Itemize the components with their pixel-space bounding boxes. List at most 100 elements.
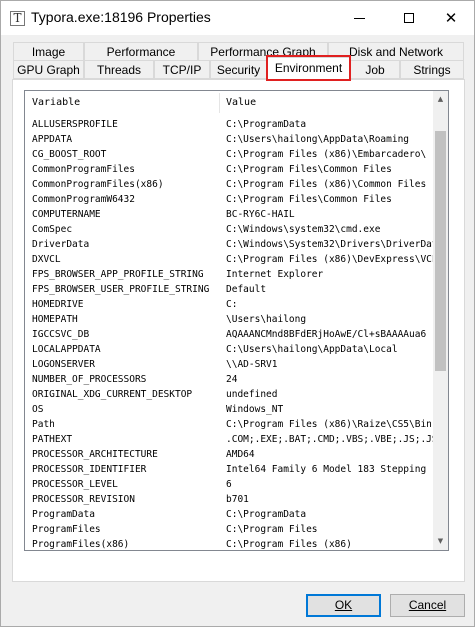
table-row[interactable]: IGCCSVC_DB AQAAANCMnd8BFdERjHoAwE/Cl+sBAA… [25, 327, 433, 342]
variable-cell: PROCESSOR_REVISION [32, 494, 135, 505]
table-row[interactable]: LOGONSERVER \\AD-SRV1 [25, 357, 433, 372]
variable-cell: ProgramData [32, 509, 95, 520]
variable-cell: ProgramFiles [32, 524, 101, 535]
value-cell: AMD64 [226, 449, 255, 460]
column-header-variable[interactable]: Variable [32, 91, 80, 115]
table-row[interactable]: HOMEPATH \Users\hailong [25, 312, 433, 327]
value-cell: Windows_NT [226, 404, 284, 415]
scroll-thumb[interactable] [435, 131, 446, 371]
ok-button[interactable]: OK [306, 594, 381, 617]
table-row[interactable]: CommonProgramFiles(x86) C:\Program Files … [25, 177, 433, 192]
list-rows: ALLUSERSPROFILE C:\ProgramData APPDATA C:\U… [25, 117, 433, 550]
typora-app-icon: T [10, 11, 25, 26]
cancel-button[interactable]: Cancel [390, 594, 465, 617]
variable-cell: LOGONSERVER [32, 359, 95, 370]
value-cell: \\AD-SRV1 [226, 359, 278, 370]
value-cell: Intel64 Family 6 Model 183 Stepping [226, 464, 427, 475]
variable-cell: OS [32, 404, 44, 415]
maximize-icon [404, 13, 414, 23]
column-header-value[interactable]: Value [226, 91, 256, 115]
value-cell: C:\Program Files (x86)\Common Files [226, 179, 427, 190]
maximize-button[interactable] [386, 1, 432, 35]
variable-cell: Path [32, 419, 55, 430]
table-row[interactable]: ComSpec C:\Windows\system32\cmd.exe [25, 222, 433, 237]
variable-cell: CommonProgramFiles(x86) [32, 179, 164, 190]
environment-list[interactable]: Variable Value ALLUSERSPROFILE C:\Program… [24, 90, 449, 551]
list-header: Variable Value [25, 91, 433, 115]
variable-cell: APPDATA [32, 134, 73, 145]
table-row[interactable]: NUMBER_OF_PROCESSORS 24 [25, 372, 433, 387]
variable-cell: CG_BOOST_ROOT [32, 149, 107, 160]
scroll-up-icon[interactable]: ▲ [433, 91, 448, 108]
variable-cell: ProgramFiles(x86) [32, 539, 130, 550]
value-cell: C:\Windows\system32\cmd.exe [226, 224, 381, 235]
table-row[interactable]: CommonProgramW6432 C:\Program Files\Commo… [25, 192, 433, 207]
scroll-down-icon[interactable]: ▼ [433, 533, 448, 550]
vertical-scrollbar[interactable]: ▲ ▼ [433, 91, 448, 550]
table-row[interactable]: DXVCL C:\Program Files (x86)\DevExpress\V… [25, 252, 433, 267]
variable-cell: PROCESSOR_ARCHITECTURE [32, 449, 158, 460]
value-cell: C:\Program Files\Common Files [226, 164, 392, 175]
value-cell: BC-RY6C-HAIL [226, 209, 295, 220]
variable-cell: FPS_BROWSER_APP_PROFILE_STRING [32, 269, 204, 280]
tab-performance[interactable]: Performance [84, 42, 198, 61]
variable-cell: LOCALAPPDATA [32, 344, 101, 355]
variable-cell: ALLUSERSPROFILE [32, 119, 118, 130]
value-cell: C:\Program Files (x86)\DevExpress\VCL [226, 254, 433, 265]
value-cell: Default [226, 284, 267, 295]
table-row[interactable]: ProgramData C:\ProgramData [25, 507, 433, 522]
value-cell: .COM;.EXE;.BAT;.CMD;.VBS;.VBE;.JS;.JSE [226, 434, 433, 445]
table-row[interactable]: ProgramFiles(x86) C:\Program Files (x86) [25, 537, 433, 550]
variable-cell: ORIGINAL_XDG_CURRENT_DESKTOP [32, 389, 193, 400]
cancel-button-label: Cancel [408, 598, 447, 612]
tab-image[interactable]: Image [13, 42, 84, 61]
table-row[interactable]: DriverData C:\Windows\System32\Drivers\Dr… [25, 237, 433, 252]
table-row[interactable]: ALLUSERSPROFILE C:\ProgramData [25, 117, 433, 132]
table-row[interactable]: PROCESSOR_LEVEL 6 [25, 477, 433, 492]
table-row[interactable]: OS Windows_NT [25, 402, 433, 417]
table-row[interactable]: PROCESSOR_ARCHITECTURE AMD64 [25, 447, 433, 462]
value-cell: C:\Program Files (x86)\Raize\CS5\Bin; [226, 419, 433, 430]
table-row[interactable]: PROCESSOR_REVISION b701 [25, 492, 433, 507]
table-row[interactable]: ProgramFiles C:\Program Files [25, 522, 433, 537]
value-cell: Internet Explorer [226, 269, 324, 280]
value-cell: C:\Program Files (x86) [226, 539, 352, 550]
minimize-button[interactable] [336, 1, 382, 35]
table-row[interactable]: LOCALAPPDATA C:\Users\hailong\AppData\Loc… [25, 342, 433, 357]
variable-cell: IGCCSVC_DB [32, 329, 90, 340]
ok-button-label: OK [334, 598, 353, 612]
value-cell: C:\Program Files\Common Files [226, 194, 392, 205]
table-row[interactable]: Path C:\Program Files (x86)\Raize\CS5\Bin… [25, 417, 433, 432]
table-row[interactable]: HOMEDRIVE C: [25, 297, 433, 312]
tab-strings[interactable]: Strings [400, 60, 464, 79]
variable-cell: HOMEPATH [32, 314, 78, 325]
variable-cell: DXVCL [32, 254, 61, 265]
tab-environment[interactable]: Environment [267, 57, 350, 81]
tab-gpu-graph[interactable]: GPU Graph [13, 60, 84, 79]
variable-cell: FPS_BROWSER_USER_PROFILE_STRING [32, 284, 210, 295]
tab-security[interactable]: Security [210, 60, 267, 79]
tab-job[interactable]: Job [350, 60, 400, 79]
table-row[interactable]: COMPUTERNAME BC-RY6C-HAIL [25, 207, 433, 222]
table-row[interactable]: FPS_BROWSER_APP_PROFILE_STRING Internet E… [25, 267, 433, 282]
table-row[interactable]: PROCESSOR_IDENTIFIER Intel64 Family 6 Mod… [25, 462, 433, 477]
table-row[interactable]: APPDATA C:\Users\hailong\AppData\Roaming [25, 132, 433, 147]
close-button[interactable]: ✕ [428, 1, 474, 35]
value-cell: C:\ProgramData [226, 119, 307, 130]
tab-tcp-ip[interactable]: TCP/IP [154, 60, 210, 79]
table-row[interactable]: CG_BOOST_ROOT C:\Program Files (x86)\Emba… [25, 147, 433, 162]
table-row[interactable]: FPS_BROWSER_USER_PROFILE_STRING Default [25, 282, 433, 297]
value-cell: C:\Program Files [226, 524, 318, 535]
value-cell: C:\Users\hailong\AppData\Roaming [226, 134, 410, 145]
table-row[interactable]: ORIGINAL_XDG_CURRENT_DESKTOP undefined [25, 387, 433, 402]
table-row[interactable]: PATHEXT .COM;.EXE;.BAT;.CMD;.VBS;.VBE;.JS… [25, 432, 433, 447]
value-cell: b701 [226, 494, 249, 505]
variable-cell: PROCESSOR_IDENTIFIER [32, 464, 147, 475]
value-cell: \Users\hailong [226, 314, 307, 325]
tab-threads[interactable]: Threads [84, 60, 154, 79]
title-bar[interactable]: T Typora.exe:18196 Properties ✕ [1, 1, 474, 35]
value-cell: C:\Windows\System32\Drivers\DriverData [226, 239, 433, 250]
variable-cell: COMPUTERNAME [32, 209, 101, 220]
table-row[interactable]: CommonProgramFiles C:\Program Files\Commo… [25, 162, 433, 177]
column-separator[interactable] [219, 93, 220, 113]
